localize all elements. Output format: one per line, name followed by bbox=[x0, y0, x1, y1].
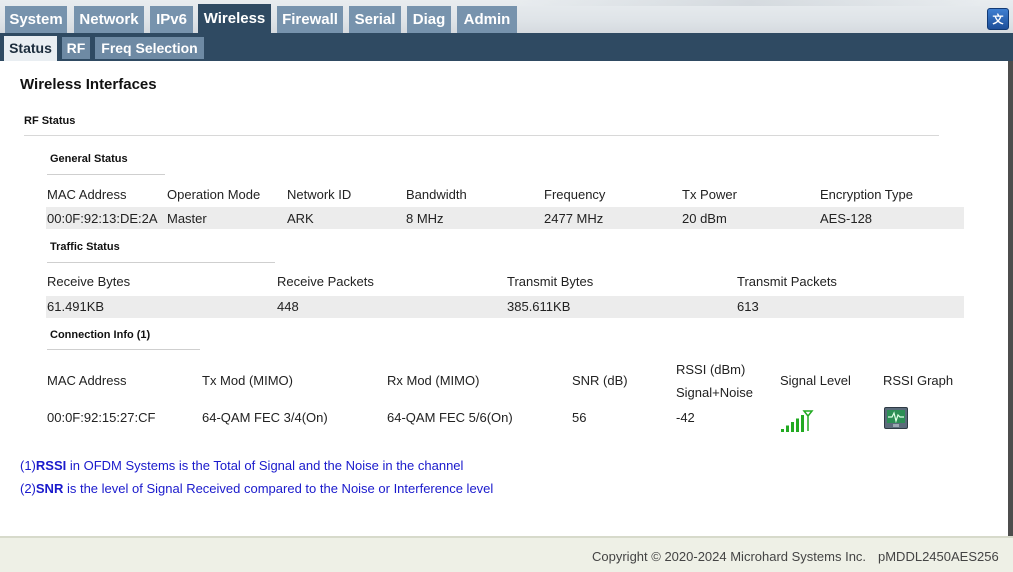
language-icon[interactable]: 文 bbox=[987, 8, 1009, 30]
value-transmit-packets: 613 bbox=[737, 299, 759, 314]
value-operation-mode: Master bbox=[167, 211, 207, 226]
header-operation-mode: Operation Mode bbox=[167, 187, 261, 202]
conn-mac-address: 00:0F:92:15:27:CF bbox=[47, 410, 156, 425]
header-frequency: Frequency bbox=[544, 187, 606, 202]
divider bbox=[47, 174, 165, 175]
subtab-rf[interactable]: RF bbox=[62, 37, 90, 59]
header-conn-mac-address: MAC Address bbox=[47, 373, 127, 388]
signal-bar bbox=[786, 425, 789, 432]
header-decoration bbox=[520, 0, 980, 6]
scrollbar-edge bbox=[1008, 61, 1013, 536]
header-network-id: Network ID bbox=[287, 187, 352, 202]
header-transmit-packets: Transmit Packets bbox=[737, 274, 837, 289]
footer: Copyright © 2020-2024 Microhard Systems … bbox=[0, 536, 1013, 572]
note-rssi-term: RSSI bbox=[35, 458, 67, 473]
signal-bar bbox=[781, 429, 784, 432]
general-status-title: General Status bbox=[50, 153, 128, 165]
top-nav-bar: System Network IPv6 Wireless Firewall Se… bbox=[0, 0, 1013, 33]
rf-status-title: RF Status bbox=[24, 115, 76, 127]
header-rssi-sub: Signal+Noise bbox=[676, 385, 753, 400]
conn-tx-mod: 64-QAM FEC 3/4(On) bbox=[202, 410, 328, 425]
subtab-freq-selection[interactable]: Freq Selection bbox=[95, 37, 204, 59]
conn-rx-mod: 64-QAM FEC 5/6(On) bbox=[387, 410, 513, 425]
antenna-icon bbox=[802, 410, 814, 431]
value-tx-power: 20 dBm bbox=[682, 211, 727, 226]
tab-wireless[interactable]: Wireless bbox=[198, 4, 271, 33]
tab-ipv6[interactable]: IPv6 bbox=[150, 6, 193, 33]
rssi-graph-icon[interactable] bbox=[884, 407, 908, 429]
divider bbox=[24, 135, 939, 136]
header-snr: SNR (dB) bbox=[572, 373, 628, 388]
note-snr-term: SNR bbox=[35, 481, 64, 496]
header-rx-mod: Rx Mod (MIMO) bbox=[387, 373, 480, 388]
value-transmit-bytes: 385.611KB bbox=[507, 299, 571, 314]
signal-bar bbox=[796, 418, 799, 432]
model-text: pMDDL2450AES256 bbox=[878, 549, 999, 564]
conn-rssi: -42 bbox=[676, 410, 695, 425]
traffic-values-row bbox=[46, 296, 964, 318]
header-tx-power: Tx Power bbox=[682, 187, 737, 202]
tab-diag[interactable]: Diag bbox=[407, 6, 451, 33]
value-encryption-type: AES-128 bbox=[820, 211, 873, 226]
signal-level-icon bbox=[781, 410, 814, 432]
divider bbox=[47, 262, 275, 263]
header-bandwidth: Bandwidth bbox=[406, 187, 467, 202]
header-tx-mod: Tx Mod (MIMO) bbox=[202, 373, 293, 388]
note-snr-text: is the level of Signal Received compared… bbox=[63, 481, 494, 496]
tab-network[interactable]: Network bbox=[74, 6, 144, 33]
header-transmit-bytes: Transmit Bytes bbox=[507, 274, 594, 289]
subtab-status[interactable]: Status bbox=[4, 36, 57, 61]
signal-bar bbox=[791, 422, 794, 432]
tab-firewall[interactable]: Firewall bbox=[277, 6, 343, 33]
value-bandwidth: 8 MHz bbox=[406, 211, 444, 226]
header-signal-level: Signal Level bbox=[780, 373, 851, 388]
signal-bar bbox=[801, 415, 804, 432]
value-frequency: 2477 MHz bbox=[544, 211, 604, 226]
header-mac-address: MAC Address bbox=[47, 187, 127, 202]
sub-nav-bar: Status RF Freq Selection bbox=[0, 33, 1013, 61]
header-receive-bytes: Receive Bytes bbox=[47, 274, 131, 289]
header-encryption-type: Encryption Type bbox=[820, 187, 913, 202]
page-title: Wireless Interfaces bbox=[20, 76, 157, 93]
tab-serial[interactable]: Serial bbox=[349, 6, 401, 33]
copyright-text: Copyright © 2020-2024 Microhard Systems … bbox=[592, 549, 867, 564]
conn-snr: 56 bbox=[572, 410, 587, 425]
note-rssi-text: in OFDM Systems is the Total of Signal a… bbox=[66, 458, 464, 473]
header-rssi-graph: RSSI Graph bbox=[883, 373, 954, 388]
graph-screen bbox=[887, 410, 905, 424]
tab-admin[interactable]: Admin bbox=[457, 6, 517, 33]
header-receive-packets: Receive Packets bbox=[277, 274, 374, 289]
value-mac-address: 00:0F:92:13:DE:2A bbox=[47, 211, 158, 226]
header-rssi: RSSI (dBm) bbox=[676, 362, 746, 377]
note-rssi-prefix: (1) bbox=[20, 458, 36, 473]
graph-stand bbox=[893, 424, 899, 427]
tab-system[interactable]: System bbox=[5, 6, 67, 33]
value-network-id: ARK bbox=[287, 211, 314, 226]
value-receive-bytes: 61.491KB bbox=[47, 299, 105, 314]
value-receive-packets: 448 bbox=[277, 299, 299, 314]
note-snr-prefix: (2) bbox=[20, 481, 36, 496]
traffic-status-title: Traffic Status bbox=[50, 241, 120, 253]
note-rssi: (1)RSSI in OFDM Systems is the Total of … bbox=[20, 458, 463, 473]
main-content: Wireless Interfaces RF Status General St… bbox=[0, 61, 1010, 536]
note-snr: (2)SNR is the level of Signal Received c… bbox=[20, 481, 493, 496]
graph-wave-icon bbox=[888, 411, 904, 424]
divider bbox=[47, 349, 200, 350]
connection-info-title: Connection Info (1) bbox=[50, 329, 151, 341]
